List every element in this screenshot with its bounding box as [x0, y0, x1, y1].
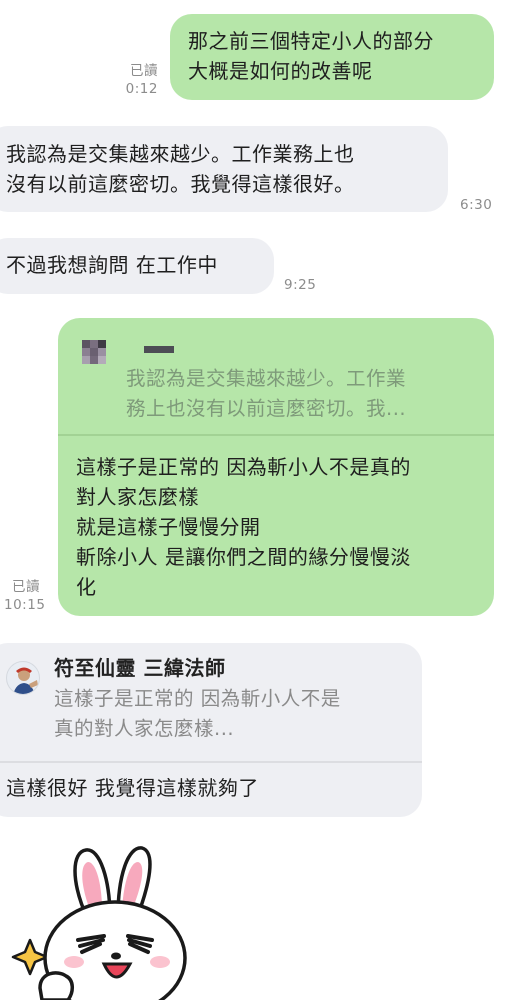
avatar-image [13, 667, 38, 694]
message-text-block: 這樣很好 我覺得這樣就夠了 [6, 773, 259, 803]
reply-quote-text: 我認為是交集越來越少。工作業 務上也沒有以前這麼密切。我... [126, 367, 407, 420]
message-text: 那之前三個特定小人的部分 [188, 29, 434, 53]
message-text: 沒有以前這麼密切。我覺得這樣很好。 [6, 172, 355, 196]
read-receipt: 已讀 10:15 [4, 579, 46, 613]
message-text: 對人家怎麼樣 [76, 485, 199, 509]
message-time: 9:25 [284, 277, 317, 293]
message-text: 這樣子是正常的 因為斬小人不是真的 [76, 455, 411, 479]
message-bubble[interactable]: 那之前三個特定小人的部分 大概是如何的改善呢 [170, 14, 494, 100]
quote-divider [58, 434, 494, 436]
message-time: 6:30 [460, 197, 493, 213]
rabbit-sticker-icon [11, 846, 187, 1004]
message-text: 就是這樣子慢慢分開 [76, 515, 261, 539]
message-bubble[interactable]: 我認為是交集越來越少。工作業 務上也沒有以前這麼密切。我... 這樣子是正常的 … [58, 318, 494, 616]
message-text: 大概是如何的改善呢 [188, 59, 373, 83]
quote-block: 符至仙靈 三緯法師 這樣子是正常的 因為斬小人不是 真的對人家怎麼樣... [0, 643, 422, 761]
message-text: 化 [76, 575, 97, 599]
message-bubble[interactable]: 我認為是交集越來越少。工作業務上也 沒有以前這麼密切。我覺得這樣很好。 [0, 126, 448, 212]
message-text-block: 這樣子是正常的 因為斬小人不是真的 對人家怎麼樣 就是這樣子慢慢分開 斬除小人 … [76, 452, 411, 602]
read-receipt: 已讀 0:12 [125, 63, 158, 97]
quote-divider [0, 761, 422, 763]
sticker-cony-rabbit[interactable] [0, 840, 220, 1004]
message-bubble[interactable]: 不過我想詢問 在工作中 [0, 238, 274, 294]
message-text: 不過我想詢問 在工作中 [6, 253, 218, 277]
message-text: 這樣很好 我覺得這樣就夠了 [6, 776, 259, 800]
message-bubble[interactable]: 符至仙靈 三緯法師 這樣子是正常的 因為斬小人不是 真的對人家怎麼樣... 這樣… [0, 643, 422, 817]
avatar [6, 661, 40, 695]
reply-quote-text: 這樣子是正常的 因為斬小人不是 真的對人家怎麼樣... [54, 687, 341, 740]
quote-sender-name: 符至仙靈 三緯法師 [54, 656, 226, 680]
quote-sender-name-redacted [144, 346, 174, 353]
message-text: 我認為是交集越來越少。工作業務上也 [6, 142, 355, 166]
message-text: 斬除小人 是讓你們之間的緣分慢慢淡 [76, 545, 411, 569]
